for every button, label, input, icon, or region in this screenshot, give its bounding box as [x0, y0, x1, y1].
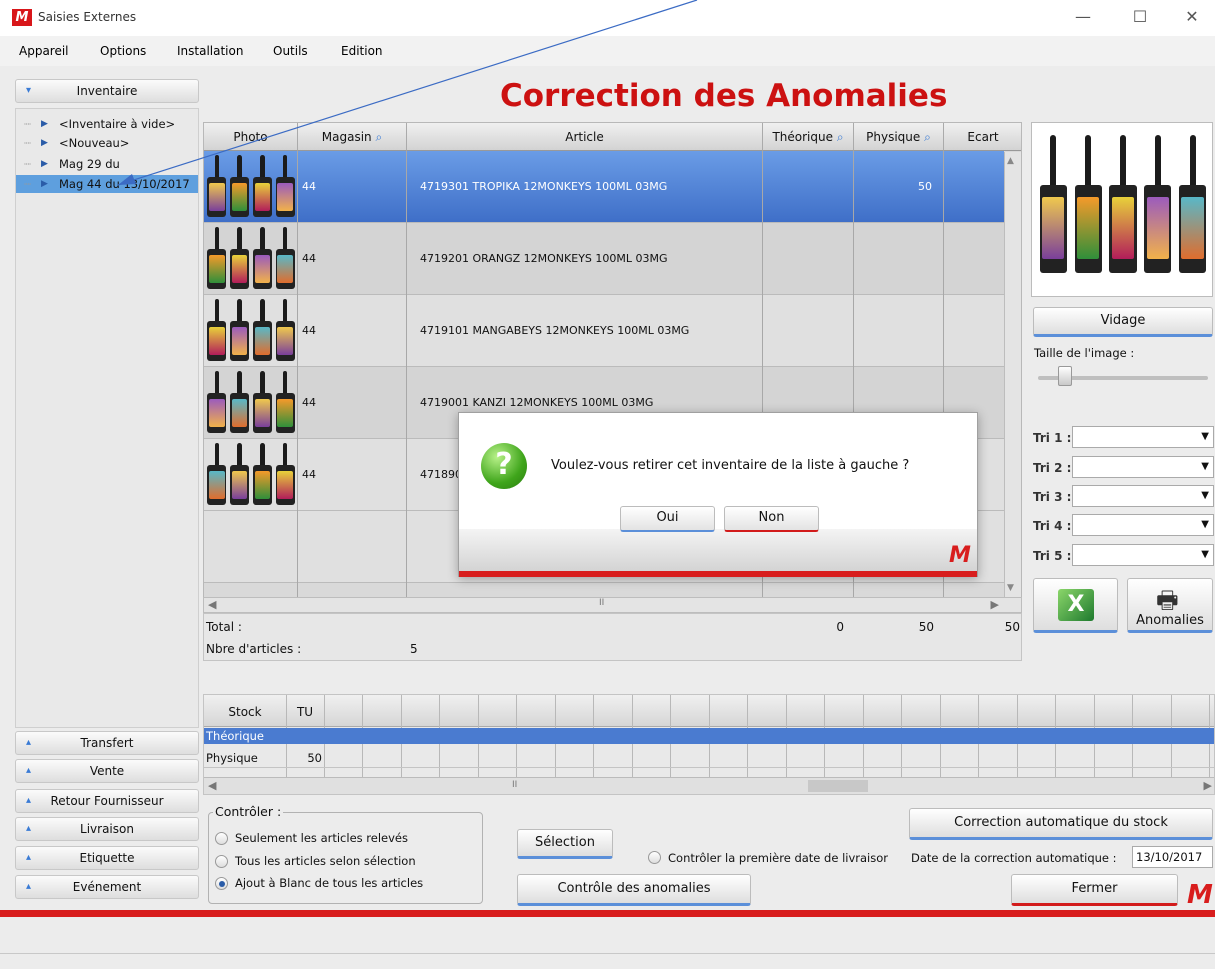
annotation-arrowhead [118, 174, 136, 185]
annotation-arrow-line [117, 0, 698, 186]
annotation-arrow [117, 0, 698, 186]
